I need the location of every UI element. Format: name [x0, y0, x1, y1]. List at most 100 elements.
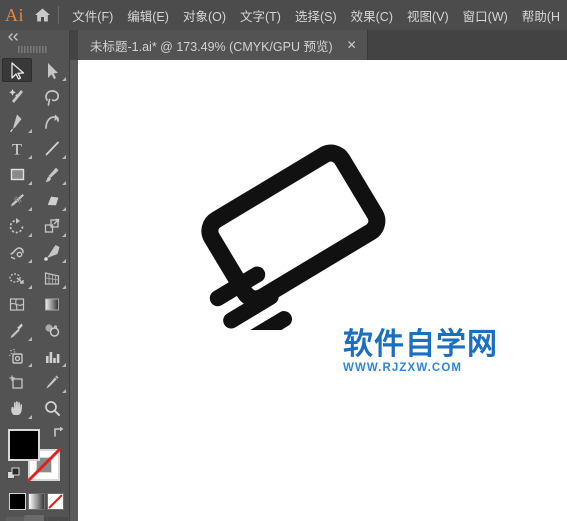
paintbrush-tool[interactable] [35, 161, 70, 187]
tool-flyout-indicator[interactable] [62, 233, 66, 237]
speed-card-artwork[interactable] [188, 130, 408, 330]
artboard[interactable]: 软件自学网 WWW.RJZXW.COM [78, 60, 567, 521]
column-graph-tool[interactable] [35, 343, 70, 369]
rotate-tool[interactable] [0, 213, 35, 239]
close-icon[interactable]: ✕ [345, 39, 359, 51]
screen-mode-full[interactable] [48, 517, 68, 521]
tool-row [0, 187, 69, 213]
color-mode-color[interactable] [9, 493, 26, 510]
eyedropper-tool[interactable] [0, 317, 35, 343]
tool-row [0, 57, 69, 83]
tool-flyout-indicator[interactable] [62, 77, 66, 81]
menu-type[interactable]: 文字(T) [233, 2, 288, 29]
rectangle-tool[interactable] [0, 161, 35, 187]
magic-wand-tool[interactable] [0, 83, 35, 109]
menu-file[interactable]: 文件(F) [65, 2, 120, 29]
free-transform-tool[interactable] [35, 239, 70, 265]
panel-bottom-handle[interactable] [24, 515, 44, 521]
tool-flyout-indicator[interactable] [62, 389, 66, 393]
slice-tool[interactable] [35, 369, 70, 395]
tool-flyout-indicator[interactable] [27, 415, 32, 419]
panel-drag-handle[interactable] [0, 43, 69, 55]
ai-logo: Ai [5, 4, 25, 25]
tool-flyout-indicator[interactable] [62, 207, 66, 211]
tool-row [0, 291, 69, 317]
screen-mode-normal[interactable] [6, 517, 26, 521]
gradient-tool[interactable] [35, 291, 70, 317]
tool-row [0, 265, 69, 291]
width-tool[interactable] [0, 239, 35, 265]
tool-flyout-indicator[interactable] [27, 129, 32, 133]
menu-object[interactable]: 对象(O) [176, 2, 233, 29]
menu-view[interactable]: 视图(V) [400, 2, 456, 29]
collapse-panel-button[interactable] [0, 30, 69, 43]
pen-tool[interactable] [0, 109, 35, 135]
watermark-text-cn: 软件自学网 [343, 327, 498, 362]
tool-flyout-indicator[interactable] [27, 155, 32, 159]
swap-fill-stroke-icon[interactable] [52, 425, 66, 439]
tool-row [0, 343, 69, 369]
blend-tool[interactable] [35, 317, 70, 343]
tool-row [0, 239, 69, 265]
curvature-tool-icon [37, 110, 67, 134]
grip-dots-icon [17, 45, 47, 53]
color-mode-gradient[interactable] [28, 493, 45, 510]
tool-flyout-indicator[interactable] [27, 233, 32, 237]
home-icon [35, 8, 51, 22]
scale-tool[interactable] [35, 213, 70, 239]
tool-flyout-indicator[interactable] [62, 181, 66, 185]
zoom-tool[interactable] [35, 395, 70, 421]
lasso-tool[interactable] [35, 83, 70, 109]
tool-flyout-indicator[interactable] [27, 363, 32, 367]
curvature-tool[interactable] [35, 109, 70, 135]
shape-builder-tool[interactable] [0, 265, 35, 291]
color-mode-none[interactable] [47, 493, 64, 510]
line-segment-tool[interactable] [35, 135, 70, 161]
tool-row [0, 83, 69, 109]
magic-wand-tool-icon [2, 84, 32, 108]
tool-row [0, 213, 69, 239]
menu-edit[interactable]: 编辑(E) [120, 2, 176, 29]
mesh-tool[interactable] [0, 291, 35, 317]
tool-row [0, 395, 69, 421]
tool-flyout-indicator[interactable] [27, 285, 32, 289]
double-chevron-left-icon [8, 32, 18, 41]
shaper-tool[interactable] [0, 187, 35, 213]
tool-flyout-indicator[interactable] [27, 259, 32, 263]
tool-row [0, 161, 69, 187]
type-tool[interactable]: T [0, 135, 35, 161]
illustrator-window: Ai 文件(F) 编辑(E) 对象(O) 文字(T) 选择(S) 效果(C) 视图(V) 窗口… [0, 0, 567, 521]
selection-tool[interactable] [0, 57, 35, 83]
home-button[interactable] [29, 7, 56, 23]
fill-swatch[interactable] [8, 429, 40, 461]
tool-flyout-indicator[interactable] [62, 155, 66, 159]
artboard-tool-icon [2, 370, 32, 394]
direct-selection-tool[interactable] [35, 57, 70, 83]
menu-divider [58, 6, 60, 24]
lasso-tool-icon [37, 84, 67, 108]
menu-bar: Ai 文件(F) 编辑(E) 对象(O) 文字(T) 选择(S) 效果(C) 视图(V) 窗口… [0, 0, 567, 30]
blend-tool-icon [37, 318, 67, 342]
tool-flyout-indicator[interactable] [62, 259, 66, 263]
tool-row [0, 109, 69, 135]
gradient-tool-icon [37, 292, 67, 316]
document-tab-label: 未标题-1.ai* @ 173.49% (CMYK/GPU 预览) [90, 39, 333, 54]
tool-flyout-indicator[interactable] [27, 181, 32, 185]
menu-select[interactable]: 选择(S) [288, 2, 344, 29]
hand-tool[interactable] [0, 395, 35, 421]
menu-window[interactable]: 窗口(W) [456, 2, 515, 29]
tool-flyout-indicator[interactable] [27, 207, 32, 211]
eraser-tool[interactable] [35, 187, 70, 213]
document-tab[interactable]: 未标题-1.ai* @ 173.49% (CMYK/GPU 预览) ✕ [78, 30, 368, 60]
default-fill-stroke-icon[interactable] [7, 467, 21, 481]
artboard-tool[interactable] [0, 369, 35, 395]
tools-panel: T [0, 30, 70, 521]
symbol-sprayer-tool[interactable] [0, 343, 35, 369]
tool-flyout-indicator[interactable] [62, 285, 66, 289]
tool-flyout-indicator[interactable] [62, 363, 66, 367]
svg-text:T: T [12, 141, 22, 158]
menu-help[interactable]: 帮助(H [515, 2, 567, 29]
tool-flyout-indicator[interactable] [27, 337, 32, 341]
perspective-grid-tool[interactable] [35, 265, 70, 291]
menu-effect[interactable]: 效果(C) [344, 2, 400, 29]
